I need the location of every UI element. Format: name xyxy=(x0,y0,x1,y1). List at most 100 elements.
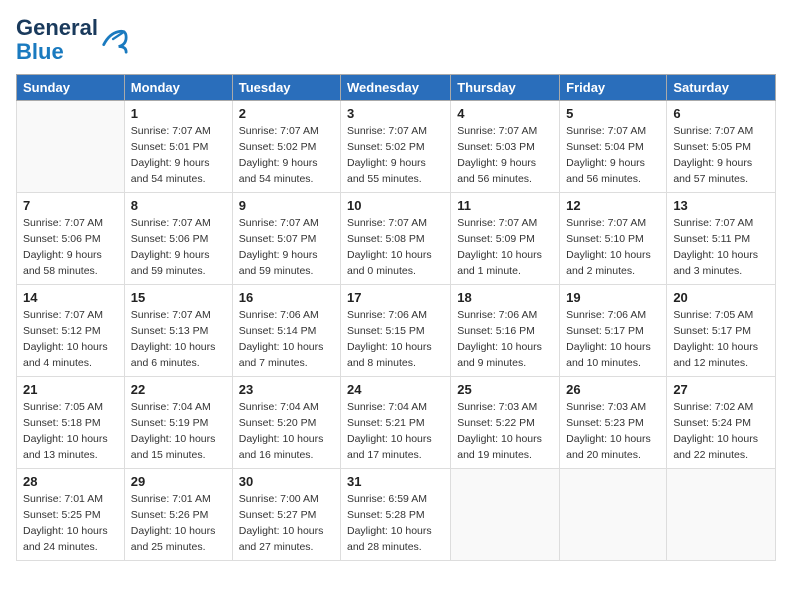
calendar-cell: 21 Sunrise: 7:05 AMSunset: 5:18 PMDayligh… xyxy=(17,377,125,469)
day-number: 2 xyxy=(239,106,334,121)
day-number: 7 xyxy=(23,198,118,213)
calendar-cell: 29Sunrise: 7:01 AMSunset: 5:26 PMDayligh… xyxy=(124,469,232,561)
day-number: 19 xyxy=(566,290,660,305)
day-number: 1 xyxy=(131,106,226,121)
day-number: 27 xyxy=(673,382,769,397)
calendar-cell: 17 Sunrise: 7:06 AMSunset: 5:15 PMDayligh… xyxy=(341,285,451,377)
day-info: Sunrise: 7:07 AMSunset: 5:06 PMDaylight:… xyxy=(23,216,118,279)
day-info: Sunrise: 7:07 AMSunset: 5:12 PMDaylight:… xyxy=(23,308,118,371)
day-info: Sunrise: 7:06 AMSunset: 5:15 PMDaylight:… xyxy=(347,308,444,371)
day-number: 23 xyxy=(239,382,334,397)
header-sunday: Sunday xyxy=(17,75,125,101)
calendar-cell: 4 Sunrise: 7:07 AMSunset: 5:03 PMDaylight… xyxy=(451,101,560,193)
day-number: 21 xyxy=(23,382,118,397)
calendar-cell: 5 Sunrise: 7:07 AMSunset: 5:04 PMDaylight… xyxy=(560,101,667,193)
calendar-cell: 19 Sunrise: 7:06 AMSunset: 5:17 PMDayligh… xyxy=(560,285,667,377)
calendar-cell: 18 Sunrise: 7:06 AMSunset: 5:16 PMDayligh… xyxy=(451,285,560,377)
header-thursday: Thursday xyxy=(451,75,560,101)
calendar-cell: 8Sunrise: 7:07 AMSunset: 5:06 PMDaylight… xyxy=(124,193,232,285)
calendar-cell xyxy=(667,469,776,561)
header-friday: Friday xyxy=(560,75,667,101)
calendar-cell: 20Sunrise: 7:05 AMSunset: 5:17 PMDayligh… xyxy=(667,285,776,377)
calendar-cell: 2 Sunrise: 7:07 AMSunset: 5:02 PMDaylight… xyxy=(232,101,340,193)
calendar-cell xyxy=(451,469,560,561)
day-number: 13 xyxy=(673,198,769,213)
day-info: Sunrise: 7:07 AMSunset: 5:10 PMDaylight:… xyxy=(566,216,660,279)
calendar-cell: 23Sunrise: 7:04 AMSunset: 5:20 PMDayligh… xyxy=(232,377,340,469)
day-number: 5 xyxy=(566,106,660,121)
day-number: 17 xyxy=(347,290,444,305)
day-number: 14 xyxy=(23,290,118,305)
calendar-cell: 30 Sunrise: 7:00 AMSunset: 5:27 PMDayligh… xyxy=(232,469,340,561)
day-info: Sunrise: 7:03 AMSunset: 5:22 PMDaylight:… xyxy=(457,400,553,463)
calendar-cell: 15 Sunrise: 7:07 AMSunset: 5:13 PMDayligh… xyxy=(124,285,232,377)
day-info: Sunrise: 7:00 AMSunset: 5:27 PMDaylight:… xyxy=(239,492,334,555)
day-info: Sunrise: 7:06 AMSunset: 5:16 PMDaylight:… xyxy=(457,308,553,371)
day-number: 12 xyxy=(566,198,660,213)
day-info: Sunrise: 7:07 AMSunset: 5:01 PMDaylight:… xyxy=(131,124,226,187)
day-number: 22 xyxy=(131,382,226,397)
day-info: Sunrise: 7:07 AMSunset: 5:06 PMDaylight:… xyxy=(131,216,226,279)
day-info: Sunrise: 7:07 AMSunset: 5:05 PMDaylight:… xyxy=(673,124,769,187)
calendar-cell xyxy=(560,469,667,561)
calendar-cell: 27 Sunrise: 7:02 AMSunset: 5:24 PMDayligh… xyxy=(667,377,776,469)
calendar-cell: 1 Sunrise: 7:07 AMSunset: 5:01 PMDaylight… xyxy=(124,101,232,193)
day-number: 15 xyxy=(131,290,226,305)
day-info: Sunrise: 7:02 AMSunset: 5:24 PMDaylight:… xyxy=(673,400,769,463)
calendar-cell: 25Sunrise: 7:03 AMSunset: 5:22 PMDayligh… xyxy=(451,377,560,469)
day-info: Sunrise: 7:01 AMSunset: 5:26 PMDaylight:… xyxy=(131,492,226,555)
calendar-cell: 16 Sunrise: 7:06 AMSunset: 5:14 PMDayligh… xyxy=(232,285,340,377)
day-number: 6 xyxy=(673,106,769,121)
week-row-3: 21 Sunrise: 7:05 AMSunset: 5:18 PMDayligh… xyxy=(17,377,776,469)
day-info: Sunrise: 7:07 AMSunset: 5:13 PMDaylight:… xyxy=(131,308,226,371)
week-row-2: 14 Sunrise: 7:07 AMSunset: 5:12 PMDayligh… xyxy=(17,285,776,377)
day-info: Sunrise: 7:07 AMSunset: 5:04 PMDaylight:… xyxy=(566,124,660,187)
day-number: 10 xyxy=(347,198,444,213)
logo-icon xyxy=(100,26,128,54)
calendar-cell: 6 Sunrise: 7:07 AMSunset: 5:05 PMDaylight… xyxy=(667,101,776,193)
day-info: Sunrise: 7:07 AMSunset: 5:07 PMDaylight:… xyxy=(239,216,334,279)
day-info: Sunrise: 7:07 AMSunset: 5:11 PMDaylight:… xyxy=(673,216,769,279)
day-info: Sunrise: 7:06 AMSunset: 5:14 PMDaylight:… xyxy=(239,308,334,371)
day-number: 28 xyxy=(23,474,118,489)
day-info: Sunrise: 7:05 AMSunset: 5:18 PMDaylight:… xyxy=(23,400,118,463)
day-info: Sunrise: 7:07 AMSunset: 5:02 PMDaylight:… xyxy=(239,124,334,187)
calendar-cell: 26 Sunrise: 7:03 AMSunset: 5:23 PMDayligh… xyxy=(560,377,667,469)
header-monday: Monday xyxy=(124,75,232,101)
calendar-cell: 14 Sunrise: 7:07 AMSunset: 5:12 PMDayligh… xyxy=(17,285,125,377)
day-info: Sunrise: 7:07 AMSunset: 5:03 PMDaylight:… xyxy=(457,124,553,187)
day-number: 30 xyxy=(239,474,334,489)
header-saturday: Saturday xyxy=(667,75,776,101)
day-info: Sunrise: 7:07 AMSunset: 5:08 PMDaylight:… xyxy=(347,216,444,279)
calendar-cell: 31Sunrise: 6:59 AMSunset: 5:28 PMDayligh… xyxy=(341,469,451,561)
calendar-cell: 11Sunrise: 7:07 AMSunset: 5:09 PMDayligh… xyxy=(451,193,560,285)
calendar-cell: 7 Sunrise: 7:07 AMSunset: 5:06 PMDaylight… xyxy=(17,193,125,285)
header-wednesday: Wednesday xyxy=(341,75,451,101)
calendar-cell: 24 Sunrise: 7:04 AMSunset: 5:21 PMDayligh… xyxy=(341,377,451,469)
page-header: GeneralBlue xyxy=(16,16,776,64)
day-info: Sunrise: 6:59 AMSunset: 5:28 PMDaylight:… xyxy=(347,492,444,555)
week-row-4: 28 Sunrise: 7:01 AMSunset: 5:25 PMDayligh… xyxy=(17,469,776,561)
day-number: 4 xyxy=(457,106,553,121)
week-row-0: 1 Sunrise: 7:07 AMSunset: 5:01 PMDaylight… xyxy=(17,101,776,193)
day-info: Sunrise: 7:07 AMSunset: 5:09 PMDaylight:… xyxy=(457,216,553,279)
calendar-cell: 13 Sunrise: 7:07 AMSunset: 5:11 PMDayligh… xyxy=(667,193,776,285)
day-number: 16 xyxy=(239,290,334,305)
logo-text: GeneralBlue xyxy=(16,16,98,64)
day-info: Sunrise: 7:04 AMSunset: 5:19 PMDaylight:… xyxy=(131,400,226,463)
logo: GeneralBlue xyxy=(16,16,128,64)
day-info: Sunrise: 7:07 AMSunset: 5:02 PMDaylight:… xyxy=(347,124,444,187)
calendar-cell xyxy=(17,101,125,193)
day-info: Sunrise: 7:04 AMSunset: 5:21 PMDaylight:… xyxy=(347,400,444,463)
week-row-1: 7 Sunrise: 7:07 AMSunset: 5:06 PMDaylight… xyxy=(17,193,776,285)
day-number: 9 xyxy=(239,198,334,213)
calendar-header-row: SundayMondayTuesdayWednesdayThursdayFrid… xyxy=(17,75,776,101)
day-number: 24 xyxy=(347,382,444,397)
day-info: Sunrise: 7:01 AMSunset: 5:25 PMDaylight:… xyxy=(23,492,118,555)
day-info: Sunrise: 7:06 AMSunset: 5:17 PMDaylight:… xyxy=(566,308,660,371)
day-number: 26 xyxy=(566,382,660,397)
calendar-cell: 10 Sunrise: 7:07 AMSunset: 5:08 PMDayligh… xyxy=(341,193,451,285)
day-number: 18 xyxy=(457,290,553,305)
calendar-cell: 9 Sunrise: 7:07 AMSunset: 5:07 PMDaylight… xyxy=(232,193,340,285)
day-info: Sunrise: 7:03 AMSunset: 5:23 PMDaylight:… xyxy=(566,400,660,463)
